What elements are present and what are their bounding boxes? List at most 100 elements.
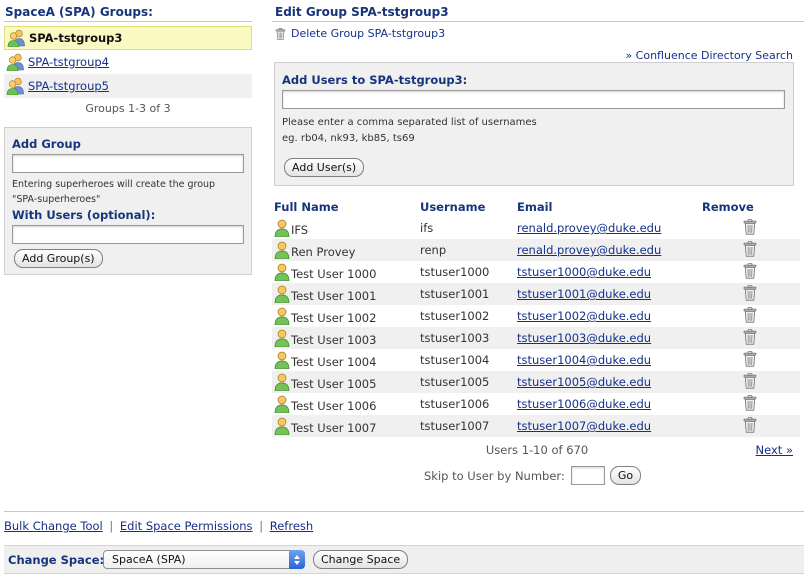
members-table: Full Name Username Email Remove IFS ifs re… xyxy=(272,197,800,437)
email-link[interactable]: tstuser1007@duke.edu xyxy=(517,419,651,433)
full-name-cell: Test User 1003 xyxy=(272,327,418,349)
select-up-down-arrows-icon xyxy=(289,550,305,569)
full-name-cell: IFS xyxy=(272,217,418,239)
with-users-label: With Users (optional): xyxy=(12,208,156,222)
full-name: Test User 1000 xyxy=(291,267,377,281)
divider xyxy=(4,511,804,512)
email-link[interactable]: tstuser1005@duke.edu xyxy=(517,375,651,389)
bulk-change-tool-link[interactable]: Bulk Change Tool xyxy=(4,519,103,533)
full-name-cell: Test User 1004 xyxy=(272,349,418,371)
table-row: Test User 1001 tstuser1001 tstuser1001@duk… xyxy=(272,283,800,305)
delete-group-link[interactable]: Delete Group SPA-tstgroup3 xyxy=(275,27,445,40)
add-groups-button[interactable]: Add Group(s) xyxy=(14,249,103,268)
email-link[interactable]: tstuser1002@duke.edu xyxy=(517,309,651,323)
refresh-link[interactable]: Refresh xyxy=(270,519,313,533)
add-users-form: Add Users to SPA-tstgroup3: Please enter… xyxy=(274,62,794,186)
table-header-row: Full Name Username Email Remove xyxy=(272,197,800,217)
remove-cell xyxy=(700,305,800,327)
footer-links: Bulk Change Tool | Edit Space Permission… xyxy=(4,519,313,533)
trash-can-icon[interactable] xyxy=(743,373,757,389)
add-group-label: Add Group xyxy=(12,137,81,151)
next-page-label[interactable]: Next » xyxy=(756,443,793,457)
change-space-button[interactable]: Change Space xyxy=(313,550,409,569)
page-title: Edit Group SPA-tstgroup3 xyxy=(275,5,449,19)
table-row: Test User 1006 tstuser1006 tstuser1006@duk… xyxy=(272,393,800,415)
group-people-icon xyxy=(6,53,26,71)
table-row: Test User 1002 tstuser1002 tstuser1002@duk… xyxy=(272,305,800,327)
full-name-cell: Ren Provey xyxy=(272,239,418,261)
email-link[interactable]: tstuser1003@duke.edu xyxy=(517,331,651,345)
add-users-button[interactable]: Add User(s) xyxy=(284,158,365,177)
user-person-icon xyxy=(274,241,290,259)
trash-can-icon[interactable] xyxy=(743,285,757,301)
trash-can-icon[interactable] xyxy=(743,263,757,279)
with-users-input[interactable] xyxy=(12,225,244,244)
email-link[interactable]: tstuser1006@duke.edu xyxy=(517,397,651,411)
user-person-icon xyxy=(274,373,290,391)
email-cell: tstuser1007@duke.edu xyxy=(515,415,700,437)
username-cell: tstuser1002 xyxy=(420,309,490,323)
remove-cell xyxy=(700,415,800,437)
group-name-input[interactable] xyxy=(12,154,244,173)
add-group-hint-line: "SPA-superheroes" xyxy=(12,194,101,205)
add-group-form: Add Group Entering superheroes will crea… xyxy=(4,127,252,275)
table-row: Ren Provey renp renald.provey@duke.edu xyxy=(272,239,800,261)
full-name: Test User 1001 xyxy=(291,289,377,303)
trash-can-icon[interactable] xyxy=(743,351,757,367)
trash-can-icon[interactable] xyxy=(743,307,757,323)
full-name: Test User 1002 xyxy=(291,311,377,325)
groups-count: Groups 1-3 of 3 xyxy=(85,102,171,115)
user-person-icon xyxy=(274,417,290,435)
trash-can-icon[interactable] xyxy=(743,329,757,345)
full-name-cell: Test User 1001 xyxy=(272,283,418,305)
remove-cell xyxy=(700,239,800,261)
table-row: IFS ifs renald.provey@duke.edu xyxy=(272,217,800,239)
table-row: Test User 1007 tstuser1007 tstuser1007@duk… xyxy=(272,415,800,437)
members-table-body: IFS ifs renald.provey@duke.edu Ren Provey re… xyxy=(272,217,800,437)
group-people-icon xyxy=(6,77,26,95)
trash-can-icon[interactable] xyxy=(743,219,757,235)
email-link[interactable]: renald.provey@duke.edu xyxy=(517,221,661,235)
add-group-hint: Entering superheroes will create the gro… xyxy=(12,177,215,207)
separator: | xyxy=(109,519,114,533)
column-header-email: Email xyxy=(517,200,553,214)
skip-to-user: Skip to User by Number: Go xyxy=(424,466,642,485)
group-item-selected[interactable]: SPA-tstgroup3 xyxy=(4,26,252,50)
trash-can-icon[interactable] xyxy=(743,241,757,257)
users-count: Users 1-10 of 670 xyxy=(485,443,589,457)
email-link[interactable]: tstuser1004@duke.edu xyxy=(517,353,651,367)
username-cell: tstuser1006 xyxy=(420,397,490,411)
divider xyxy=(4,21,252,22)
email-cell: tstuser1003@duke.edu xyxy=(515,327,700,349)
next-page-link[interactable]: Next » xyxy=(756,443,793,457)
skip-number-input[interactable] xyxy=(570,466,605,485)
remove-cell xyxy=(700,327,800,349)
change-space-select[interactable]: SpaceA (SPA) xyxy=(103,550,305,569)
remove-cell xyxy=(700,349,800,371)
email-link[interactable]: tstuser1000@duke.edu xyxy=(517,265,651,279)
user-person-icon xyxy=(274,395,290,413)
trash-can-icon[interactable] xyxy=(743,395,757,411)
group-item: SPA-tstgroup5 xyxy=(4,74,252,98)
email-cell: tstuser1000@duke.edu xyxy=(515,261,700,283)
edit-space-permissions-link[interactable]: Edit Space Permissions xyxy=(120,519,253,533)
email-link[interactable]: renald.provey@duke.edu xyxy=(517,243,661,257)
table-row: Test User 1003 tstuser1003 tstuser1003@duk… xyxy=(272,327,800,349)
trash-can-icon[interactable] xyxy=(743,417,757,433)
remove-cell xyxy=(700,217,800,239)
username-cell: tstuser1001 xyxy=(418,283,515,305)
email-link[interactable]: tstuser1001@duke.edu xyxy=(517,287,651,301)
group-name: SPA-tstgroup3 xyxy=(29,31,123,45)
column-header-full-name: Full Name xyxy=(274,200,339,214)
user-person-icon xyxy=(274,285,290,303)
full-name: Test User 1007 xyxy=(291,421,377,435)
full-name-cell: Test User 1006 xyxy=(272,393,418,415)
directory-search-link[interactable]: » Confluence Directory Search xyxy=(625,49,793,62)
separator: | xyxy=(259,519,264,533)
group-link[interactable]: SPA-tstgroup5 xyxy=(28,79,109,93)
go-button[interactable]: Go xyxy=(609,466,642,485)
group-link[interactable]: SPA-tstgroup4 xyxy=(28,55,109,69)
full-name-cell: Test User 1005 xyxy=(272,371,418,393)
groups-panel-title: SpaceA (SPA) Groups: xyxy=(5,5,153,19)
usernames-input[interactable] xyxy=(282,90,785,109)
